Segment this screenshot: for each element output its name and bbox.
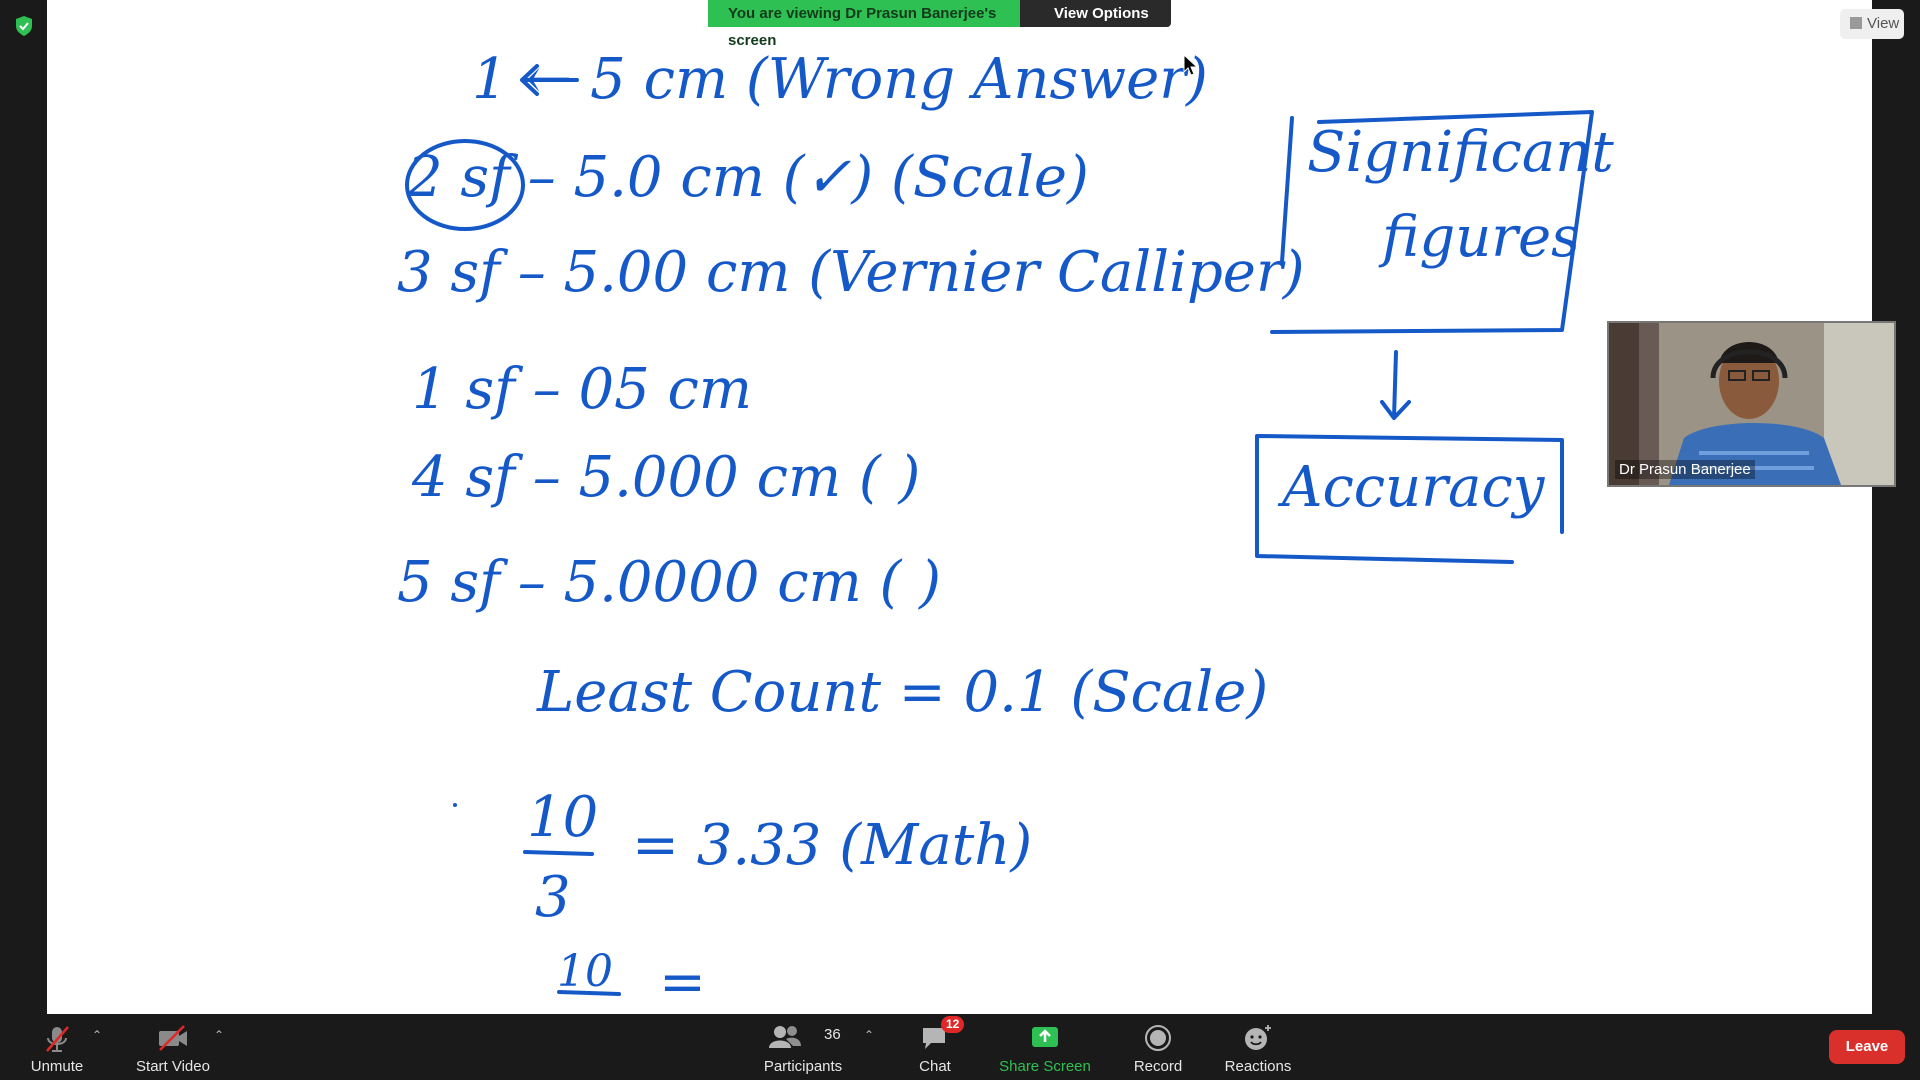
viewing-notice: You are viewing Dr Prasun Banerjee's scr… bbox=[708, 0, 1020, 49]
participants-button[interactable]: Participants bbox=[757, 1014, 849, 1080]
fraction-bar-stroke bbox=[523, 850, 594, 856]
share-screen-label: Share Screen bbox=[999, 1058, 1091, 1075]
share-screen-icon bbox=[1032, 1027, 1058, 1047]
ink-dot bbox=[453, 803, 457, 807]
start-video-button[interactable]: Start Video bbox=[130, 1014, 216, 1080]
whiteboard-line-6: 5 sf – 5.0000 cm ( ) bbox=[397, 550, 942, 615]
muted-microphone-icon bbox=[46, 1026, 69, 1052]
meeting-toolbar: Unmute ⌃ Start Video ⌃ Participants 36 ⌃… bbox=[0, 1014, 1920, 1080]
unmute-label: Unmute bbox=[30, 1058, 84, 1075]
record-button[interactable]: Record bbox=[1120, 1014, 1196, 1080]
grid-view-icon bbox=[1850, 17, 1862, 29]
whiteboard-line-1: 1 ← 5 cm (Wrong Answer) bbox=[472, 47, 1208, 112]
significant-label: Significant bbox=[1307, 120, 1614, 185]
reactions-button[interactable]: Reactions bbox=[1218, 1014, 1298, 1080]
mouse-cursor-icon bbox=[1183, 54, 1199, 76]
chat-unread-badge: 12 bbox=[941, 1016, 965, 1033]
security-shield-icon[interactable] bbox=[14, 15, 34, 37]
whiteboard-line-7: Least Count = 0.1 (Scale) bbox=[537, 660, 1269, 725]
chat-button[interactable]: 12 Chat bbox=[900, 1014, 970, 1080]
down-arrow-stroke bbox=[1380, 350, 1411, 420]
leave-meeting-button[interactable]: Leave bbox=[1829, 1030, 1905, 1064]
fraction-denominator: 3 bbox=[535, 865, 571, 930]
participants-label: Participants bbox=[763, 1058, 843, 1075]
participants-icon bbox=[768, 1026, 801, 1048]
screen-share-banner: You are viewing Dr Prasun Banerjee's scr… bbox=[708, 0, 1171, 49]
whiteboard-line-8: = 3.33 (Math) bbox=[632, 813, 1033, 878]
video-off-icon bbox=[159, 1025, 187, 1051]
participant-name: Dr Prasun Banerjee bbox=[1615, 460, 1755, 479]
unmute-button[interactable]: Unmute bbox=[20, 1014, 94, 1080]
reactions-label: Reactions bbox=[1224, 1058, 1292, 1075]
view-button-label: View bbox=[1867, 15, 1900, 32]
record-icon bbox=[1145, 1025, 1171, 1051]
shared-screen-whiteboard: 1 ← 5 cm (Wrong Answer) 2 sf – 5.0 cm (✓… bbox=[47, 0, 1872, 1014]
whiteboard-line-4: 1 sf – 05 cm bbox=[412, 357, 753, 422]
participants-count: 36 bbox=[824, 1026, 841, 1043]
fraction-numerator-2: 10 bbox=[557, 946, 613, 997]
figures-label: figures bbox=[1382, 205, 1580, 270]
accuracy-label: Accuracy bbox=[1282, 455, 1545, 520]
participants-caret-icon[interactable]: ⌃ bbox=[864, 1028, 874, 1042]
participant-video-tile[interactable]: Dr Prasun Banerjee bbox=[1607, 321, 1896, 487]
reactions-smiley-icon bbox=[1245, 1025, 1271, 1050]
whiteboard-line-3: 3 sf – 5.00 cm (Vernier Calliper) bbox=[397, 240, 1305, 305]
whiteboard-line-2: 2 sf – 5.0 cm (✓) (Scale) bbox=[407, 145, 1089, 210]
whiteboard-line-5: 4 sf – 5.000 cm ( ) bbox=[412, 445, 921, 510]
fraction-numerator: 10 bbox=[527, 785, 599, 850]
share-screen-button[interactable]: Share Screen bbox=[995, 1014, 1095, 1080]
video-options-caret-icon[interactable]: ⌃ bbox=[214, 1028, 224, 1042]
audio-options-caret-icon[interactable]: ⌃ bbox=[92, 1028, 102, 1042]
view-options-button[interactable]: View Options ⌄ bbox=[1020, 0, 1171, 49]
whiteboard-line-9: = bbox=[659, 950, 706, 1015]
record-label: Record bbox=[1133, 1058, 1183, 1075]
view-layout-button[interactable]: View bbox=[1840, 9, 1904, 39]
chat-label: Chat bbox=[919, 1058, 951, 1075]
start-video-label: Start Video bbox=[136, 1058, 210, 1075]
